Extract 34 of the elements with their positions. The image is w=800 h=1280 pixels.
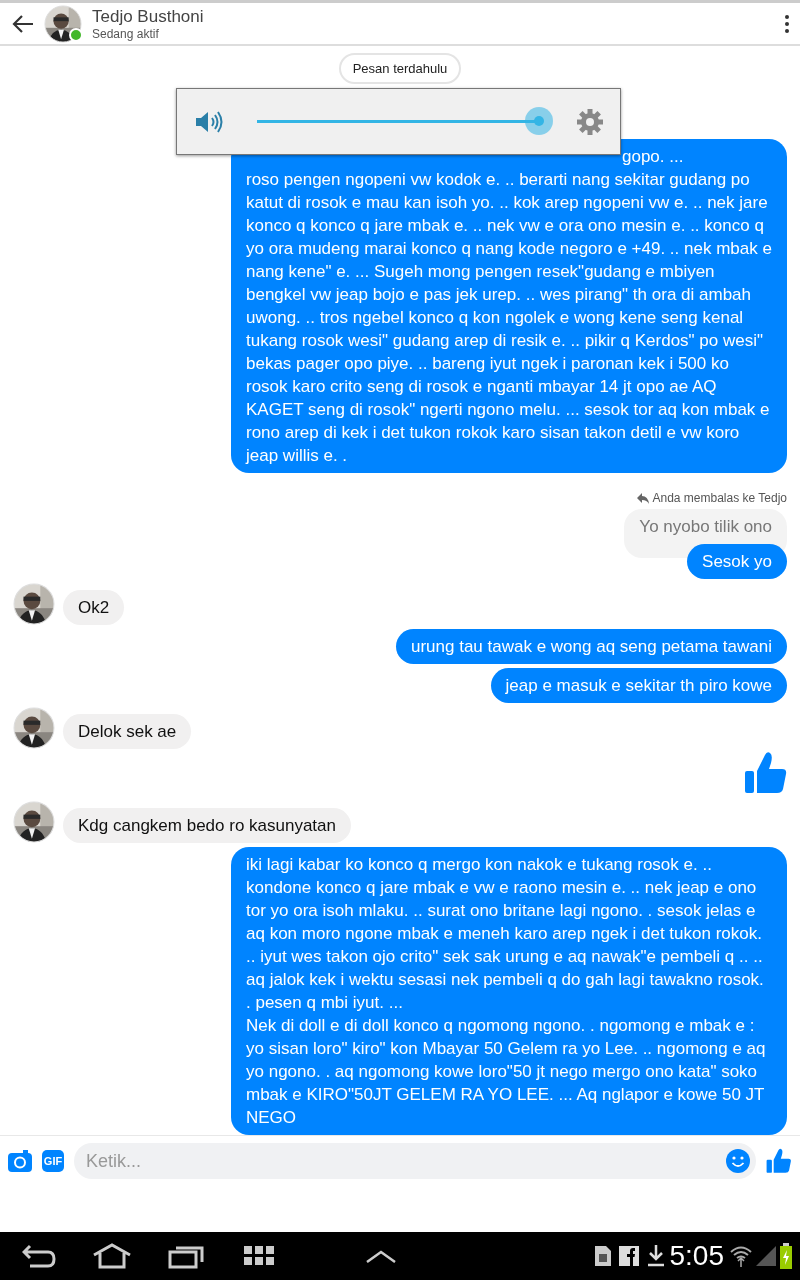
sim-card-icon: [594, 1246, 611, 1266]
earlier-messages-button[interactable]: Pesan terdahulu: [338, 53, 462, 84]
message-bubble: jeap e masuk e sekitar th piro kowe: [490, 668, 787, 703]
thumbs-up-icon[interactable]: [766, 1148, 792, 1174]
message-bubble: Ok2: [63, 590, 125, 625]
reply-note: Anda membalas ke Tedjo: [652, 491, 787, 505]
message-bubble: gopo. ... roso pengen ngopeni vw kodok e. .. berarti nang sekitar gudang po katut di rosok e mau kan isoh yo. .. kok arep ngopeni vw e. .. nek jare konco q konco q jare mbak e. .. nek vw e ora ono mesin e. .. konco q yo ora mudeng marai konco q nang kode negoro e +49. .. nek mbak e nang kene" e. ... Sugeh mong pengen resek"gudang e mbiyen bengkel vw jeap bojo e pas jek urep. .. wes pirang" th ora di ambah uwong. .. tros ngebel konco q kon ngolek e wong kene seng kenal tukang rosok wesi" gudang arep di resik e. .. pikir q Kerdos" po wesi" bekas pager opo piye. .. bareng iyut ngek i paronan kek i 500 ko rosok karo crito seng di rosok e nganti mbayar 14 jt opo ae AQ KAGET seng di rosok" ngerti ngono melu. ... sesok tor aq kon mbak e rono arep di kek i det tukon rokok karo sisan takon detil e vw koro jeap willis e. .: [231, 139, 787, 473]
back-icon[interactable]: [12, 14, 34, 33]
message-bubble: Delok sek ae: [63, 714, 192, 749]
app-notification-icon: [618, 1246, 639, 1266]
message-input[interactable]: Ketik...: [74, 1143, 756, 1179]
more-menu-icon[interactable]: [784, 13, 790, 34]
battery-icon: [780, 1243, 792, 1269]
gif-button[interactable]: GIF: [42, 1150, 64, 1172]
contact-name: Tedjo Busthoni: [92, 6, 205, 27]
download-icon: [647, 1245, 664, 1267]
message-bubble: iki lagi kabar ko konco q mergo kon nakok e tukang rosok e. .. kondone konco q jare mbak e vw e raono mesin e. .. nek jeap e ono tor yo ora isoh mlaku. .. surat ono britane lagi ngono. . sesok jelas e aq kon moro ngone mbak e meneh karo arep ngek i det tukon rokok. .. iyut wes takon ojo crito" sek sak urung e aq nawak"e pembeli q .. .. aq jalok kek i wektu sesasi nek pembeli q do gah lagi tawakno rosok. . pesen q mbi iyut. ... Nek di doll e di doll konco q ngomong ngono. . ngomong e mbak e : yo sisan loro" kiro" kon Mbayar 50 Gelem ra yo Lee. .. ngomong e aq yo ngono. . aq ngomong kowe loro"50 jt nego mergo ono kata" soko mbak e KIRO"50JT GELEM RA YO LEE. ... Aq nglapor e kowe 50 JT NEGO: [231, 847, 787, 1135]
settings-icon[interactable]: [576, 108, 604, 136]
speaker-icon: [195, 110, 223, 133]
message-bubble: Kdg cangkem bedo ro kasunyatan: [63, 808, 351, 843]
message-bubble: Sesok yo: [687, 544, 787, 579]
reply-icon: [637, 492, 650, 504]
volume-slider[interactable]: [257, 107, 553, 135]
chevron-up-icon[interactable]: [366, 1249, 396, 1263]
message-bubble: urung tau tawak e wong aq seng petama tawani: [395, 629, 787, 664]
home-icon[interactable]: [92, 1243, 132, 1269]
contact-status: Sedang aktif: [92, 26, 160, 41]
wifi-icon: [730, 1245, 752, 1267]
status-time: 5:05: [669, 1240, 724, 1272]
thumbs-up-icon: [745, 751, 787, 795]
camera-icon[interactable]: [8, 1150, 32, 1172]
signal-icon: [756, 1246, 776, 1266]
apps-grid-icon[interactable]: [244, 1246, 274, 1266]
emoji-icon[interactable]: [726, 1149, 750, 1173]
